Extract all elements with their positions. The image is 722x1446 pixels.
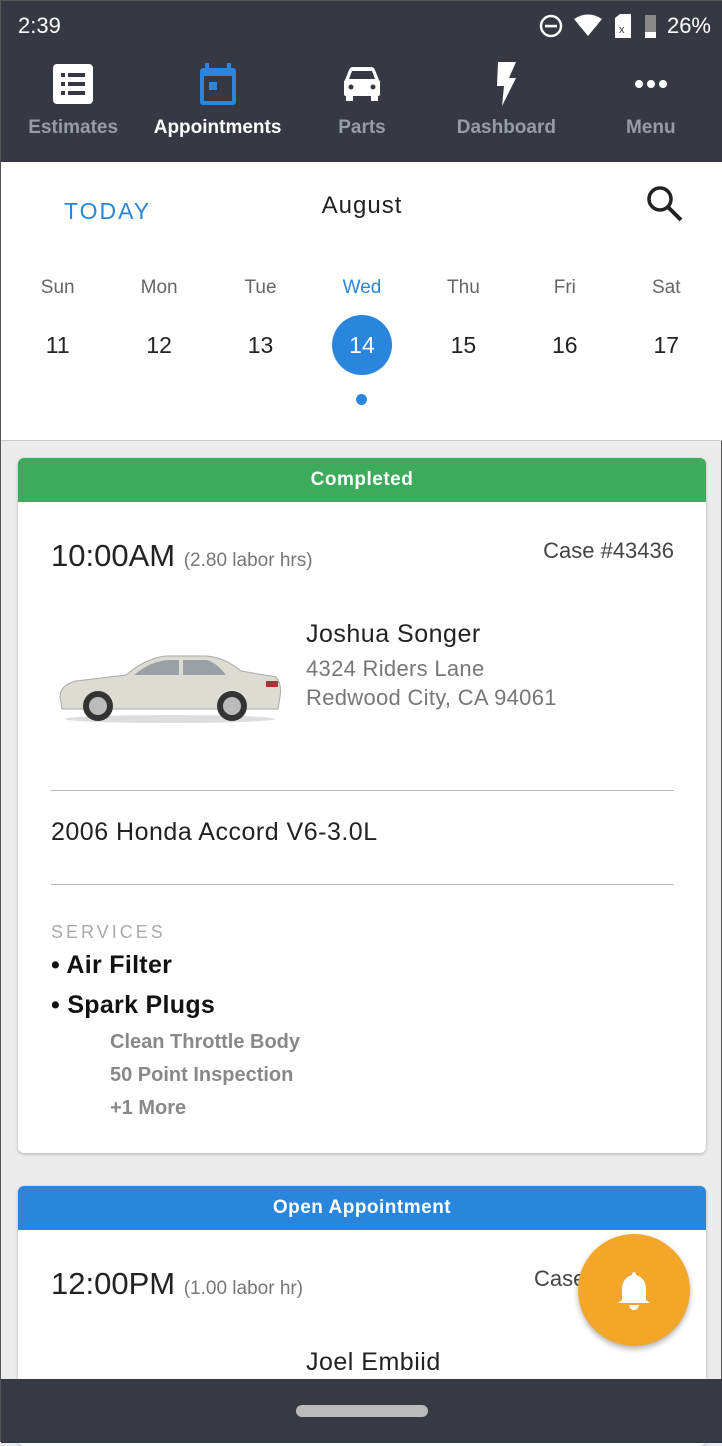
nav-appointments[interactable]: Appointments (145, 59, 289, 139)
nav-parts[interactable]: Parts (290, 59, 434, 139)
dnd-icon (539, 14, 563, 38)
appointment-card[interactable]: Completed 10:00AM (2.80 labor hrs) Case … (18, 458, 706, 1153)
day-sun[interactable]: Sun 11 (7, 277, 108, 375)
notifications-button[interactable] (578, 1234, 690, 1346)
battery-icon (644, 15, 656, 38)
service-item: • Spark Plugs (51, 991, 216, 1019)
customer-address: 4324 Riders Lane Redwood City, CA 94061 (306, 656, 557, 710)
month-title: August (321, 192, 403, 219)
day-mon[interactable]: Mon 12 (108, 277, 209, 375)
nav-menu[interactable]: Menu (579, 59, 722, 139)
nav-dashboard[interactable]: Dashboard (434, 59, 578, 139)
case-number: Case #43436 (543, 538, 674, 563)
sub-service-item: 50 Point Inspection (110, 1064, 294, 1086)
status-time: 2:39 (18, 13, 61, 38)
svg-text:x: x (619, 24, 625, 36)
divider (51, 884, 674, 885)
wifi-icon (573, 14, 602, 36)
car-icon (343, 67, 380, 101)
bell-icon (618, 1272, 650, 1310)
main-nav: Estimates Appointments Parts Dashboard M… (1, 59, 722, 139)
home-handle[interactable] (296, 1405, 428, 1417)
status-badge: Completed (18, 458, 706, 502)
day-sat[interactable]: Sat 17 (616, 277, 717, 375)
vehicle-image (59, 655, 281, 723)
day-thu[interactable]: Thu 15 (413, 277, 514, 375)
more-icon (634, 80, 667, 88)
customer-name: Joshua Songer (306, 620, 481, 648)
lightning-icon (497, 62, 517, 106)
system-nav-bar (1, 1379, 722, 1443)
more-services-link[interactable]: +1 More (110, 1097, 186, 1120)
labor-hours: (2.80 labor hrs) (183, 550, 313, 571)
list-icon (53, 64, 94, 104)
sub-service-item: Clean Throttle Body (110, 1031, 301, 1053)
appointment-time: 10:00AM (2.80 labor hrs) (51, 538, 313, 573)
appointment-time: 12:00PM (1.00 labor hr) (51, 1266, 304, 1301)
search-icon[interactable] (645, 184, 685, 224)
service-item: • Air Filter (51, 951, 173, 979)
divider (51, 790, 674, 791)
calendar-icon (199, 63, 236, 105)
status-badge: Open Appointment (18, 1186, 706, 1230)
labor-hours: (1.00 labor hr) (183, 1278, 304, 1299)
nav-estimates[interactable]: Estimates (1, 59, 145, 139)
services-label: SERVICES (51, 922, 166, 942)
day-wed[interactable]: Wed 14 (311, 277, 412, 375)
top-bar: 2:39 x 26% Estimates Appointments Parts … (1, 1, 722, 162)
status-bar: 2:39 x 26% (18, 11, 711, 41)
battery-percent: 26% (666, 13, 711, 38)
sim-icon: x (614, 14, 631, 38)
day-fri[interactable]: Fri 16 (514, 277, 615, 375)
calendar-strip: TODAY August Sun 11 Mon 12 Tue 13 Wed 14 Thu… (1, 162, 722, 441)
vehicle-description: 2006 Honda Accord V6-3.0L (51, 818, 378, 846)
customer-name: Joel Embiid (306, 1348, 441, 1376)
day-tue[interactable]: Tue 13 (210, 277, 311, 375)
appointment-dot (356, 394, 367, 405)
